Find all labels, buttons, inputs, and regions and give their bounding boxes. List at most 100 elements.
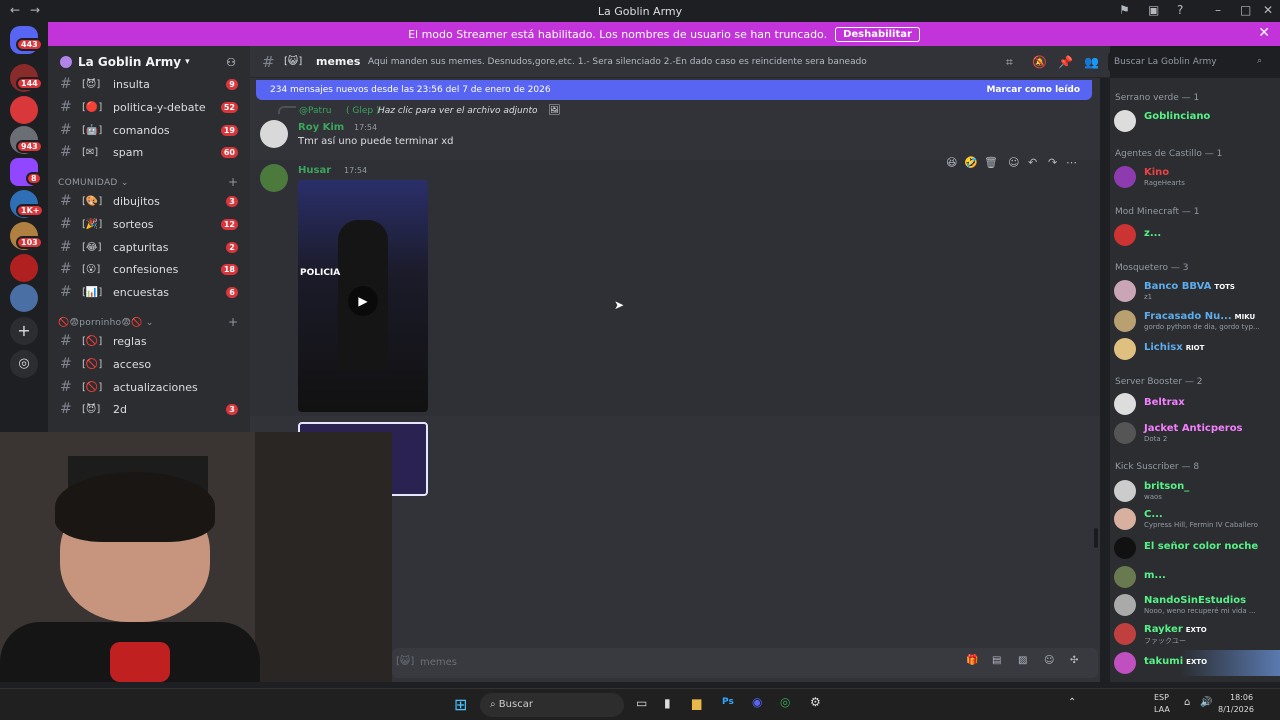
add-channel-icon[interactable]: + bbox=[228, 315, 238, 329]
category-porninho[interactable]: 🚫😨porninho😨🚫 ⌄ bbox=[58, 318, 154, 328]
file-explorer-icon[interactable]: ▆ bbox=[692, 696, 701, 710]
discord-taskbar-icon[interactable]: ◉ bbox=[752, 695, 762, 709]
emoji-icon[interactable]: ☺ bbox=[1044, 655, 1054, 666]
channel-item[interactable]: # [✉] spam 60 bbox=[48, 141, 250, 163]
member-item[interactable]: Goblinciano bbox=[1114, 108, 1280, 134]
language-indicator[interactable]: ESP bbox=[1154, 693, 1169, 702]
member-item[interactable]: Fracasado Nu... MIKU gordo python de dia, … bbox=[1114, 308, 1280, 334]
add-channel-icon[interactable]: + bbox=[228, 175, 238, 189]
member-item[interactable]: Kino RageHearts bbox=[1114, 164, 1280, 190]
server-icon[interactable] bbox=[10, 96, 38, 124]
message-username[interactable]: Husar bbox=[298, 165, 331, 176]
add-reaction-icon[interactable]: ☺ bbox=[1008, 156, 1019, 169]
member-item[interactable]: NandoSinEstudios Nooo, weno recuperé mi v… bbox=[1114, 592, 1280, 618]
app-icon[interactable]: ▮ bbox=[664, 696, 671, 710]
new-messages-bar[interactable]: 234 mensajes nuevos desde las 23:56 del … bbox=[256, 80, 1092, 100]
forward-icon[interactable]: ↷ bbox=[1048, 156, 1057, 169]
threads-icon[interactable]: ⌗ bbox=[1006, 55, 1013, 70]
member-item[interactable]: Rayker EXTO ファックユー bbox=[1114, 621, 1280, 647]
channel-item[interactable]: # [🎨] dibujitos 3 bbox=[48, 190, 250, 212]
server-badge: 943 bbox=[16, 140, 43, 153]
app-icon[interactable]: ⚙ bbox=[810, 695, 821, 709]
mark-read-button[interactable]: Marcar como leído bbox=[986, 85, 1080, 95]
member-item[interactable]: Beltrax bbox=[1114, 391, 1280, 417]
explore-icon[interactable]: ◎ bbox=[10, 350, 38, 378]
channel-item[interactable]: # [🚫] actualizaciones bbox=[48, 376, 250, 398]
channel-topic[interactable]: Aqui manden sus memes. Desnudos,gore,etc… bbox=[368, 57, 867, 67]
reaction-emoji-icon[interactable]: 🗑 bbox=[984, 156, 998, 169]
taskbar-search[interactable]: ⌕ Buscar bbox=[480, 693, 624, 717]
member-item[interactable]: Jacket Anticperos Dota 2 bbox=[1114, 420, 1280, 446]
photoshop-icon[interactable]: Ps bbox=[722, 697, 734, 707]
member-name: El señor color noche bbox=[1144, 541, 1259, 552]
hash-icon: # bbox=[60, 216, 72, 232]
channel-item[interactable]: # [📊] encuestas 6 bbox=[48, 281, 250, 303]
chrome-icon[interactable]: ◎ bbox=[780, 695, 790, 709]
channel-item[interactable]: # [🚫] acceso bbox=[48, 353, 250, 375]
more-icon[interactable]: ⋯ bbox=[1066, 156, 1077, 169]
reply-text[interactable]: Haz clic para ver el archivo adjunto bbox=[378, 106, 538, 116]
avatar[interactable] bbox=[260, 164, 288, 192]
add-server-icon[interactable]: + bbox=[10, 317, 38, 345]
close-icon[interactable]: ✕ bbox=[1258, 25, 1270, 41]
task-view-icon[interactable]: ▭ bbox=[636, 696, 647, 710]
gift-icon[interactable]: 🎁 bbox=[966, 655, 978, 666]
channel-item[interactable]: # [🚫] reglas bbox=[48, 330, 250, 352]
guild-icon bbox=[60, 56, 72, 68]
maximize-icon[interactable]: □ bbox=[1240, 3, 1251, 17]
avatar[interactable] bbox=[260, 120, 288, 148]
network-icon[interactable]: ⌂ bbox=[1184, 697, 1190, 708]
inbox-icon[interactable]: ⚑ bbox=[1119, 3, 1130, 17]
windows-start-icon[interactable]: ⊞ bbox=[454, 695, 467, 714]
server-icon[interactable] bbox=[10, 254, 38, 282]
scrollbar[interactable] bbox=[1094, 528, 1098, 548]
close-window-icon[interactable]: ✕ bbox=[1263, 3, 1273, 17]
notifications-icon[interactable]: 🔕 bbox=[1032, 55, 1047, 69]
reaction-emoji-icon[interactable]: 😆 bbox=[946, 156, 957, 169]
member-item[interactable]: Lichisx RIOT bbox=[1114, 336, 1280, 362]
tray-chevron-icon[interactable]: ⌃ bbox=[1068, 697, 1076, 708]
category-comunidad[interactable]: COMUNIDAD ⌄ bbox=[58, 178, 129, 188]
search-input[interactable]: Buscar La Goblin Army ⌕ bbox=[1108, 52, 1268, 72]
member-item[interactable]: takumi EXTO bbox=[1114, 650, 1280, 676]
member-item[interactable]: C... Cypress Hill, Fermin IV Caballero bbox=[1114, 506, 1280, 532]
sticker-icon[interactable]: ▨ bbox=[1018, 655, 1027, 666]
channel-item[interactable]: # [🔴] politica-y-debate 52 bbox=[48, 96, 250, 118]
help-icon[interactable]: ? bbox=[1177, 3, 1183, 17]
video-attachment[interactable]: POLICIA ▶ bbox=[298, 180, 428, 412]
channel-item[interactable]: # [😈] 2d 3 bbox=[48, 398, 250, 420]
channel-item[interactable]: # [🤖] comandos 19 bbox=[48, 119, 250, 141]
play-icon[interactable]: ▶ bbox=[348, 286, 378, 316]
channel-item[interactable]: # [🎉] sorteos 12 bbox=[48, 213, 250, 235]
category-label: porninho bbox=[79, 318, 122, 328]
member-item[interactable]: Banco BBVA TOTS z1 bbox=[1114, 278, 1280, 304]
pin-icon[interactable]: 📌 bbox=[1058, 55, 1073, 69]
member-name-text: Lichisx bbox=[1144, 342, 1183, 353]
minimize-icon[interactable]: – bbox=[1215, 3, 1221, 17]
channel-item[interactable]: # [😂] capturitas 2 bbox=[48, 236, 250, 258]
volume-icon[interactable]: 🔊 bbox=[1200, 697, 1212, 708]
member-item[interactable]: britson_ waos bbox=[1114, 478, 1280, 504]
message-username[interactable]: Roy Kim bbox=[298, 122, 344, 133]
apps-icon[interactable]: ✣ bbox=[1070, 655, 1078, 666]
member-status: RageHearts bbox=[1144, 179, 1185, 187]
member-item[interactable]: El señor color noche bbox=[1114, 535, 1280, 561]
member-item[interactable]: m... bbox=[1114, 564, 1280, 590]
add-member-icon[interactable]: ⚇ bbox=[226, 56, 236, 69]
channel-item[interactable]: # [😈] insulta 9 bbox=[48, 73, 250, 95]
monitor-icon[interactable]: ▣ bbox=[1148, 3, 1159, 17]
member-list-icon[interactable]: 👥 bbox=[1084, 55, 1099, 69]
clock-time[interactable]: 18:06 bbox=[1230, 693, 1253, 702]
member-name: Lichisx RIOT bbox=[1144, 342, 1204, 353]
reply-username[interactable]: @Patru bbox=[299, 106, 331, 116]
disable-streamer-button[interactable]: Deshabilitar bbox=[835, 26, 920, 42]
gif-icon[interactable]: ▤ bbox=[992, 655, 1001, 666]
channel-emoji-icon: [🤖] bbox=[82, 124, 103, 136]
reply-icon[interactable]: ↶ bbox=[1028, 156, 1037, 169]
channel-item[interactable]: # [😮] confesiones 18 bbox=[48, 258, 250, 280]
reaction-emoji-icon[interactable]: 🤣 bbox=[964, 156, 978, 169]
message-composer[interactable]: [😺] memes 🎁 ▤ ▨ ☺ ✣ bbox=[392, 648, 1098, 678]
server-icon[interactable] bbox=[10, 284, 38, 312]
mouse-cursor-icon: ➤ bbox=[614, 298, 625, 312]
member-item[interactable]: z... bbox=[1114, 222, 1280, 248]
